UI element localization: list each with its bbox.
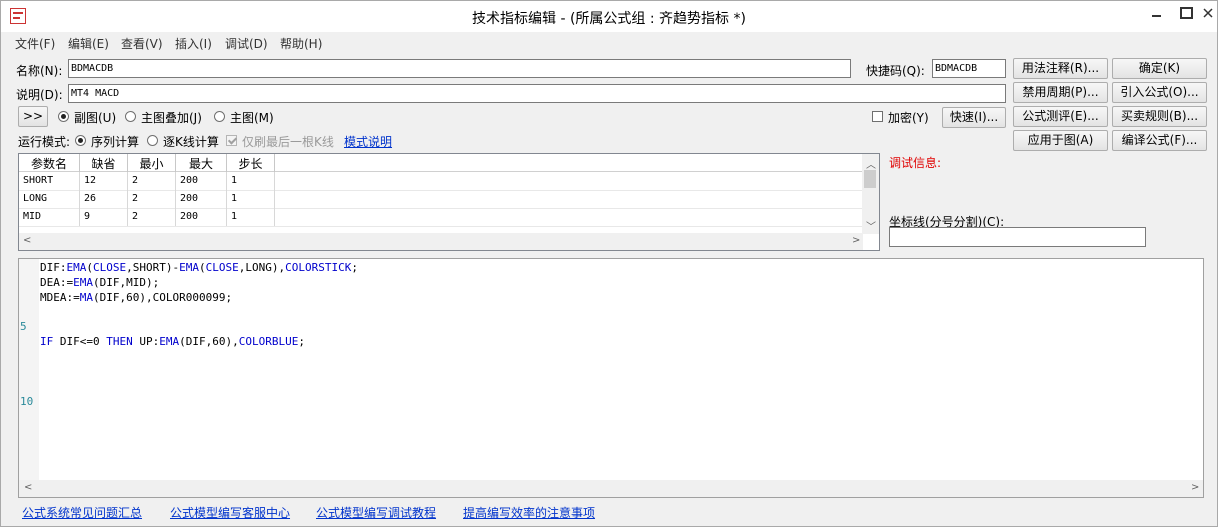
param-cell[interactable]: 12 <box>80 172 128 190</box>
description-input[interactable]: MT4 MACD <box>68 84 1006 103</box>
code-editor[interactable]: 5 10 DIF:EMA(CLOSE,SHORT)-EMA(CLOSE,LONG… <box>18 258 1204 498</box>
code-text: DEA:=EMA(DIF,MID); <box>40 276 160 289</box>
usage-notes-button[interactable]: 用法注释(R)... <box>1013 58 1108 79</box>
minimize-icon[interactable] <box>1141 1 1171 25</box>
ok-button[interactable]: 确定(K) <box>1112 58 1207 79</box>
debug-info-label: 调试信息: <box>889 156 942 170</box>
seq-calc-radio[interactable] <box>75 135 86 146</box>
menu-edit[interactable]: 编辑(E) <box>68 35 109 52</box>
menu-file[interactable]: 文件(F) <box>15 35 55 52</box>
param-table[interactable]: 参数名 缺省 最小 最大 步长 SHORT 12 2 200 1 LONG 26… <box>18 153 880 251</box>
footer-link-tutorial[interactable]: 公式模型编写调试教程 <box>316 504 436 521</box>
sub-chart-label: 副图(U) <box>74 111 117 125</box>
menu-debug[interactable]: 调试(D) <box>225 35 268 52</box>
code-text: IF DIF<=0 THEN UP:EMA(DIF,60),COLORBLUE; <box>40 335 305 348</box>
sub-chart-radio[interactable] <box>58 111 69 122</box>
code-line-3[interactable]: MDEA:=MA(DIF,60),COLOR000099; <box>40 291 232 304</box>
import-formula-button[interactable]: 引入公式(O)... <box>1112 82 1207 103</box>
scroll-left-icon[interactable]: < <box>24 482 32 493</box>
line-number-gutter <box>19 259 39 481</box>
param-cell[interactable]: 2 <box>128 190 176 208</box>
apply-to-chart-button[interactable]: 应用于图(A) <box>1013 130 1108 151</box>
formula-editor-window: 技术指标编辑 - (所属公式组 : 齐趋势指标 *) 文件(F) 编辑(E) 查… <box>0 0 1218 527</box>
last-bar-checkbox[interactable] <box>226 135 237 146</box>
col-header-name[interactable]: 参数名 <box>19 154 80 172</box>
param-cell[interactable]: 200 <box>176 208 227 226</box>
param-cell[interactable]: LONG <box>19 190 80 208</box>
main-overlay-radio[interactable] <box>125 111 136 122</box>
param-table-vscrollbar[interactable]: ︿ ﹀ <box>862 154 879 234</box>
param-cell[interactable]: 200 <box>176 172 227 190</box>
param-cell[interactable]: MID <box>19 208 80 226</box>
param-cell[interactable]: 1 <box>227 190 275 208</box>
param-table-header: 参数名 缺省 最小 最大 步长 <box>19 154 863 172</box>
param-cell[interactable]: 26 <box>80 190 128 208</box>
col-header-min[interactable]: 最小 <box>128 154 176 172</box>
name-input[interactable]: BDMACDB <box>68 59 851 78</box>
shortcut-label: 快捷码(Q): <box>866 64 925 78</box>
main-chart-radio[interactable] <box>214 111 225 122</box>
last-bar-label: 仅刷最后一根K线 <box>242 135 334 149</box>
param-cell[interactable]: 200 <box>176 190 227 208</box>
editor-hscrollbar[interactable]: < > <box>19 480 1203 497</box>
footer-link-faq[interactable]: 公式系统常见问题汇总 <box>22 504 142 521</box>
param-cell[interactable]: 2 <box>128 208 176 226</box>
title-bar[interactable]: 技术指标编辑 - (所属公式组 : 齐趋势指标 *) <box>1 1 1217 32</box>
param-cell[interactable]: 1 <box>227 208 275 226</box>
window-title: 技术指标编辑 - (所属公式组 : 齐趋势指标 *) <box>472 11 746 27</box>
code-line-2[interactable]: DEA:=EMA(DIF,MID); <box>40 276 159 289</box>
footer-link-efficiency[interactable]: 提高编写效率的注意事项 <box>463 504 595 521</box>
col-header-default[interactable]: 缺省 <box>80 154 128 172</box>
shortcut-input[interactable]: BDMACDB <box>932 59 1006 78</box>
code-text: DIF:EMA(CLOSE,SHORT)-EMA(CLOSE,LONG),COL… <box>40 261 358 274</box>
code-line-1[interactable]: DIF:EMA(CLOSE,SHORT)-EMA(CLOSE,LONG),COL… <box>40 261 358 274</box>
menu-view[interactable]: 查看(V) <box>121 35 163 52</box>
menu-help[interactable]: 帮助(H) <box>280 35 322 52</box>
main-chart-label: 主图(M) <box>230 111 274 125</box>
scroll-left-icon[interactable]: < <box>23 235 31 246</box>
mode-help-link[interactable]: 模式说明 <box>344 133 392 150</box>
encrypt-checkbox[interactable] <box>872 111 883 122</box>
param-cell[interactable]: SHORT <box>19 172 80 190</box>
description-label: 说明(D): <box>16 88 63 102</box>
run-mode-label: 运行模式: <box>18 135 71 149</box>
line-number: 10 <box>20 395 34 408</box>
row-divider <box>19 226 863 227</box>
line-number: 5 <box>20 320 27 333</box>
param-table-hscrollbar[interactable]: < > <box>19 233 863 250</box>
bar-calc-radio[interactable] <box>147 135 158 146</box>
scroll-up-icon[interactable]: ︿ <box>866 156 876 171</box>
param-cell[interactable]: 2 <box>128 172 176 190</box>
footer-link-support[interactable]: 公式模型编写客服中心 <box>170 504 290 521</box>
col-header-step[interactable]: 步长 <box>227 154 275 172</box>
scroll-thumb[interactable] <box>864 170 876 188</box>
disable-period-button[interactable]: 禁用周期(P)... <box>1013 82 1108 103</box>
param-cell[interactable]: 1 <box>227 172 275 190</box>
scroll-right-icon[interactable]: > <box>852 235 860 246</box>
fast-button[interactable]: 快速(I)... <box>942 107 1006 128</box>
code-text: MDEA:=MA(DIF,60),COLOR000099; <box>40 291 233 304</box>
coord-line-input[interactable] <box>889 227 1146 247</box>
col-header-max[interactable]: 最大 <box>176 154 227 172</box>
compile-formula-button[interactable]: 编译公式(F)... <box>1112 130 1207 151</box>
expand-button[interactable]: >> <box>18 106 48 127</box>
menu-bar: 文件(F) 编辑(E) 查看(V) 插入(I) 调试(D) 帮助(H) <box>1 32 1217 52</box>
encrypt-label: 加密(Y) <box>888 111 929 125</box>
scroll-right-icon[interactable]: > <box>1191 482 1199 493</box>
bar-calc-label: 逐K线计算 <box>163 135 219 149</box>
code-line-6[interactable]: IF DIF<=0 THEN UP:EMA(DIF,60),COLORBLUE; <box>40 335 305 348</box>
trade-rules-button[interactable]: 买卖规则(B)... <box>1112 106 1207 127</box>
param-cell[interactable]: 9 <box>80 208 128 226</box>
menu-insert[interactable]: 插入(I) <box>175 35 212 52</box>
seq-calc-label: 序列计算 <box>91 135 140 149</box>
main-overlay-label: 主图叠加(J) <box>141 111 202 125</box>
close-icon[interactable] <box>1197 1 1218 25</box>
scroll-down-icon[interactable]: ﹀ <box>866 218 876 233</box>
name-label: 名称(N): <box>16 64 63 78</box>
formula-test-button[interactable]: 公式测评(E)... <box>1013 106 1108 127</box>
